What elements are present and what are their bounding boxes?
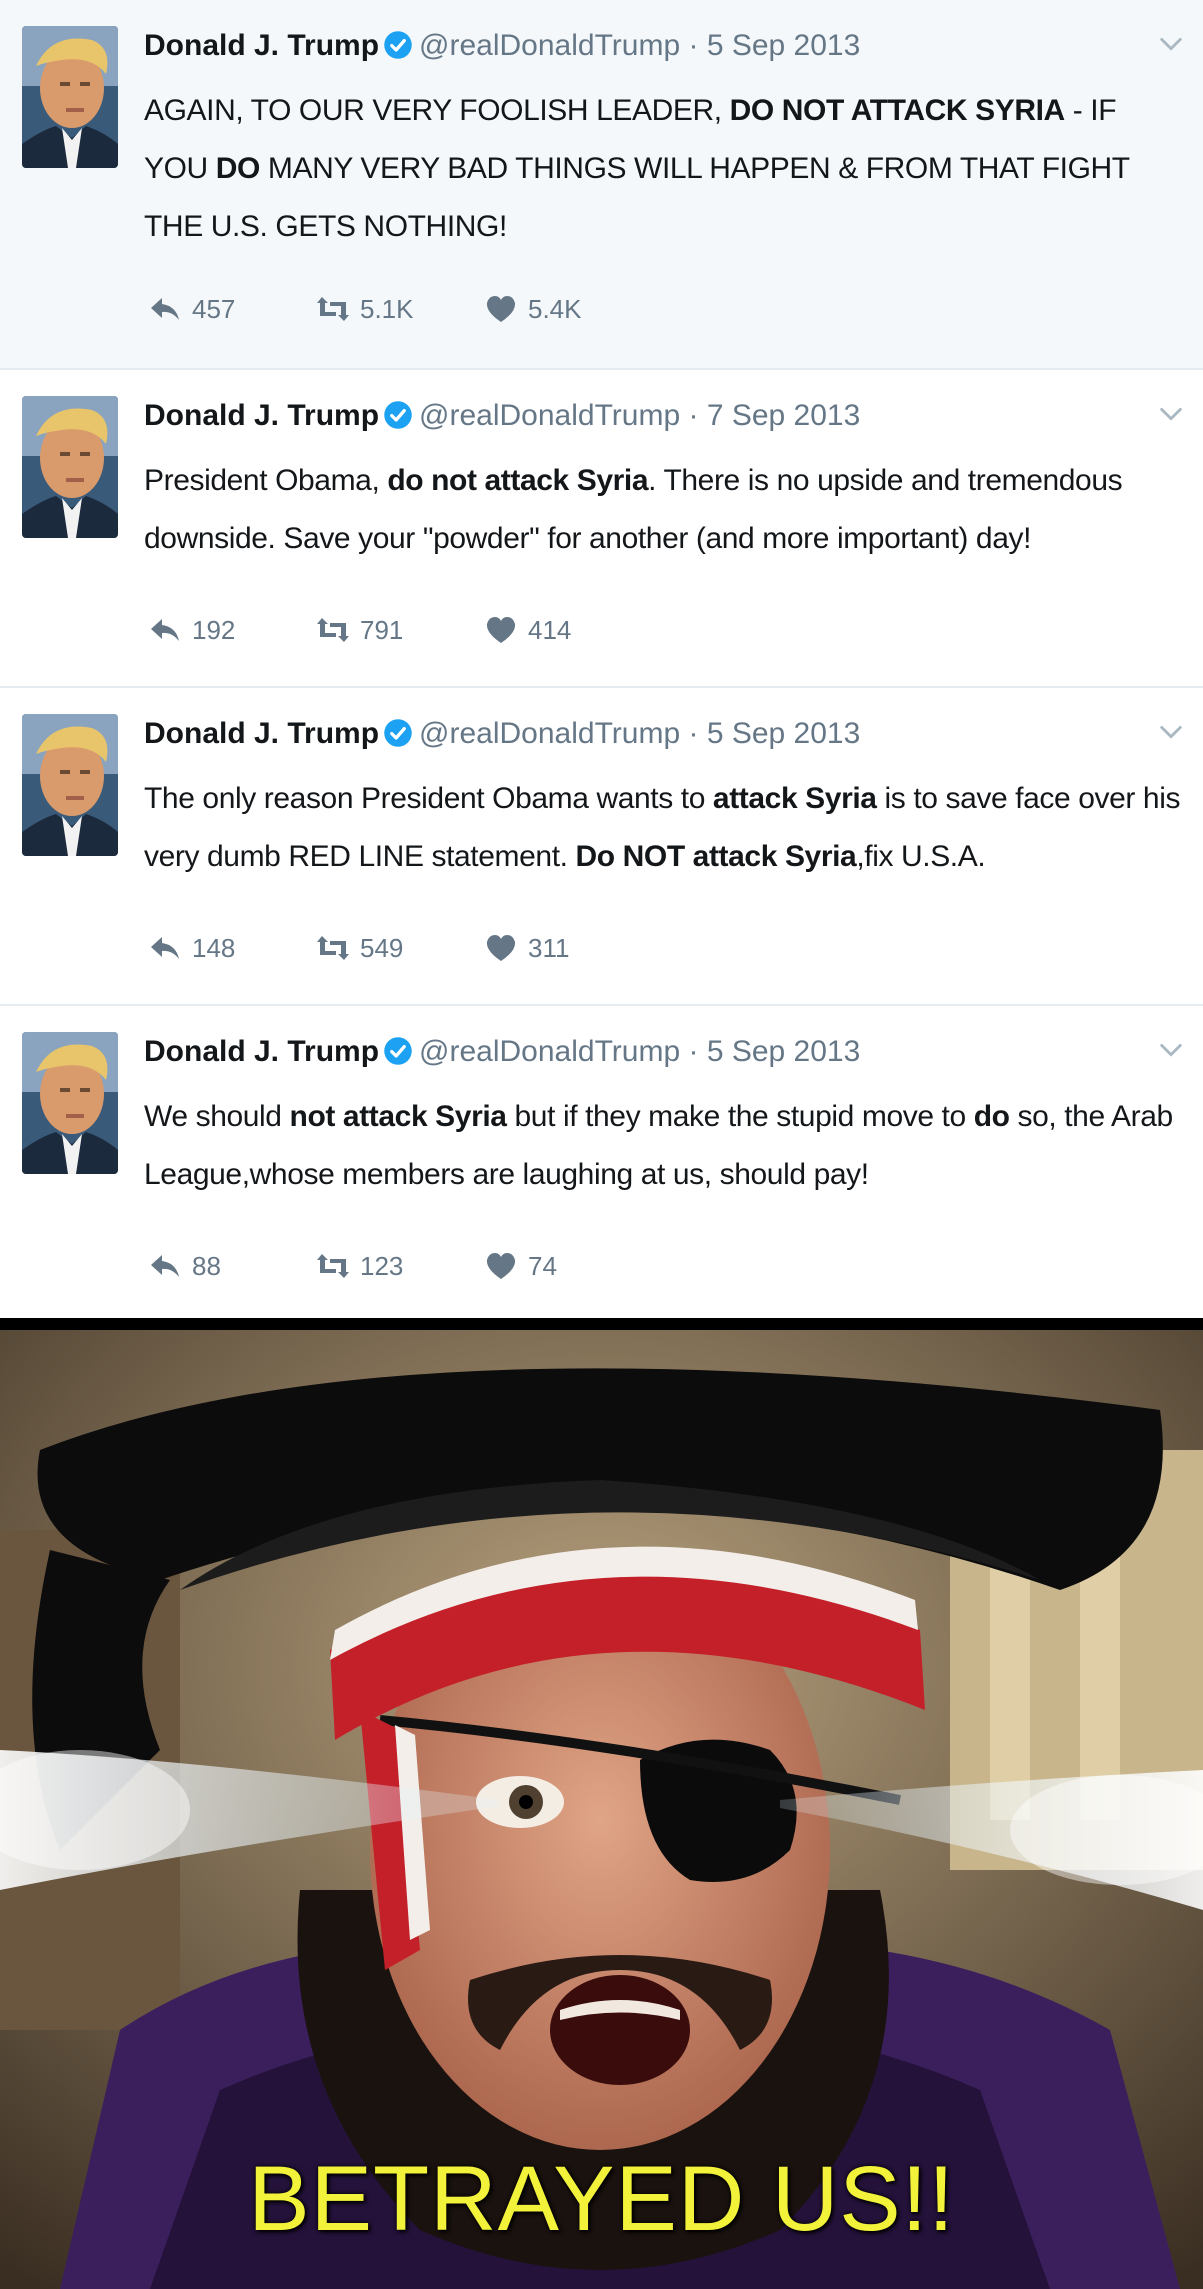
like-count: 74	[528, 1250, 557, 1281]
tweet[interactable]: Donald J. Trump @realDonaldTrump · 5 Sep …	[0, 688, 1203, 1006]
avatar-photo	[22, 396, 118, 538]
chevron-down-icon[interactable]	[1157, 718, 1185, 746]
tweet-text-bold-run: Do NOT attack Syria	[575, 840, 857, 873]
tweet-text-bold-run: not attack Syria	[289, 1100, 507, 1133]
verified-badge-icon	[384, 401, 412, 429]
avatar-photo	[22, 1032, 118, 1174]
tweet-text-bold-run: do	[973, 1100, 1010, 1133]
tweet-date[interactable]: 5 Sep 2013	[707, 29, 860, 62]
verified-badge-icon	[384, 31, 412, 59]
verified-badge-icon	[384, 1037, 412, 1065]
chevron-down-icon[interactable]	[1157, 30, 1185, 58]
meme-caption: BETRAYED US!!	[248, 2148, 955, 2250]
retweet-count: 549	[360, 932, 404, 963]
heart-icon	[486, 296, 516, 322]
reply-button[interactable]: 148	[148, 928, 235, 968]
reply-count: 192	[192, 614, 236, 645]
author-handle[interactable]: @realDonaldTrump	[419, 29, 680, 62]
reply-count: 88	[192, 1250, 221, 1281]
chevron-down-icon[interactable]	[1157, 400, 1185, 428]
meme-image: BETRAYED US!!	[0, 1318, 1203, 2289]
tweet-list: Donald J. Trump @realDonaldTrump · 5 Sep …	[0, 0, 1203, 1318]
author-name[interactable]: Donald J. Trump	[144, 399, 379, 432]
tweet-text-run: MANY VERY BAD THINGS WILL HAPPEN & FROM …	[144, 152, 1130, 243]
author-name[interactable]: Donald J. Trump	[144, 1035, 379, 1068]
tweet-text: We should not attack Syria but if they m…	[144, 1088, 1184, 1204]
retweet-icon	[317, 936, 349, 960]
tweet-text: President Obama, do not attack Syria. Th…	[144, 452, 1184, 568]
tweet[interactable]: Donald J. Trump @realDonaldTrump · 7 Sep …	[0, 370, 1203, 688]
retweet-icon	[317, 1254, 349, 1278]
tweet-text-bold-run: DO NOT ATTACK SYRIA	[729, 94, 1066, 127]
reply-button[interactable]: 192	[148, 610, 235, 650]
author-name[interactable]: Donald J. Trump	[144, 717, 379, 750]
avatar[interactable]	[22, 1032, 118, 1174]
retweet-button[interactable]: 123	[316, 1246, 403, 1286]
author-handle[interactable]: @realDonaldTrump	[419, 1035, 680, 1068]
tweet-header: Donald J. Trump @realDonaldTrump · 5 Sep …	[144, 26, 860, 66]
separator-dot: ·	[688, 29, 699, 62]
retweet-icon	[317, 297, 349, 321]
tweet-text: The only reason President Obama wants to…	[144, 770, 1184, 886]
avatar[interactable]	[22, 396, 118, 538]
tweet-text-run: AGAIN, TO OUR VERY FOOLISH LEADER,	[144, 94, 730, 127]
tweet-text-run: but if they make the stupid move to	[506, 1100, 974, 1133]
avatar-photo	[22, 26, 118, 168]
reply-icon	[151, 1255, 179, 1277]
tweet-date[interactable]: 5 Sep 2013	[707, 717, 860, 750]
retweet-count: 123	[360, 1250, 404, 1281]
author-handle[interactable]: @realDonaldTrump	[419, 717, 680, 750]
avatar[interactable]	[22, 26, 118, 168]
retweet-count: 791	[360, 614, 404, 645]
author-name[interactable]: Donald J. Trump	[144, 29, 379, 62]
tweet-header: Donald J. Trump @realDonaldTrump · 7 Sep …	[144, 396, 860, 436]
separator-dot: ·	[688, 1035, 699, 1068]
author-handle[interactable]: @realDonaldTrump	[419, 399, 680, 432]
reply-icon	[151, 937, 179, 959]
tweet-header: Donald J. Trump @realDonaldTrump · 5 Sep …	[144, 714, 860, 754]
tweet-text-bold-run: DO	[215, 152, 261, 185]
tweet-date[interactable]: 7 Sep 2013	[707, 399, 860, 432]
like-button[interactable]: 311	[484, 928, 569, 968]
retweet-icon	[317, 618, 349, 642]
divider	[0, 1318, 1203, 1330]
avatar[interactable]	[22, 714, 118, 856]
tweet-date[interactable]: 5 Sep 2013	[707, 1035, 860, 1068]
tweet[interactable]: Donald J. Trump @realDonaldTrump · 5 Sep …	[0, 1006, 1203, 1318]
retweet-count: 5.1K	[360, 293, 414, 324]
retweet-button[interactable]: 549	[316, 928, 403, 968]
like-count: 414	[528, 614, 572, 645]
like-button[interactable]: 414	[484, 610, 571, 650]
tweet-text-run: We should	[144, 1100, 290, 1133]
tweet-text-run: The only reason President Obama wants to	[144, 782, 713, 815]
avatar-photo	[22, 714, 118, 856]
tweet-text: AGAIN, TO OUR VERY FOOLISH LEADER, DO NO…	[144, 82, 1184, 256]
reply-count: 148	[192, 932, 236, 963]
heart-icon	[486, 617, 516, 643]
tweet-text-run: President Obama,	[144, 464, 388, 497]
chevron-down-icon[interactable]	[1157, 1036, 1185, 1064]
tweet[interactable]: Donald J. Trump @realDonaldTrump · 5 Sep …	[0, 0, 1203, 370]
separator-dot: ·	[688, 399, 699, 432]
retweet-button[interactable]: 5.1K	[316, 289, 414, 329]
retweet-button[interactable]: 791	[316, 610, 403, 650]
like-count: 311	[528, 932, 570, 963]
tweet-header: Donald J. Trump @realDonaldTrump · 5 Sep …	[144, 1032, 860, 1072]
reply-icon	[151, 298, 179, 320]
separator-dot: ·	[688, 717, 699, 750]
reply-button[interactable]: 88	[148, 1246, 221, 1286]
like-count: 5.4K	[528, 293, 582, 324]
verified-badge-icon	[384, 719, 412, 747]
reply-button[interactable]: 457	[148, 289, 235, 329]
page: Donald J. Trump @realDonaldTrump · 5 Sep …	[0, 0, 1203, 2289]
reply-count: 457	[192, 293, 236, 324]
tweet-text-bold-run: attack Syria	[712, 782, 877, 815]
heart-icon	[486, 935, 516, 961]
like-button[interactable]: 74	[484, 1246, 557, 1286]
reply-icon	[151, 619, 179, 641]
tweet-text-run: ,fix U.S.A.	[856, 840, 986, 873]
like-button[interactable]: 5.4K	[484, 289, 582, 329]
heart-icon	[486, 1253, 516, 1279]
tweet-text-bold-run: do not attack Syria	[387, 464, 649, 497]
